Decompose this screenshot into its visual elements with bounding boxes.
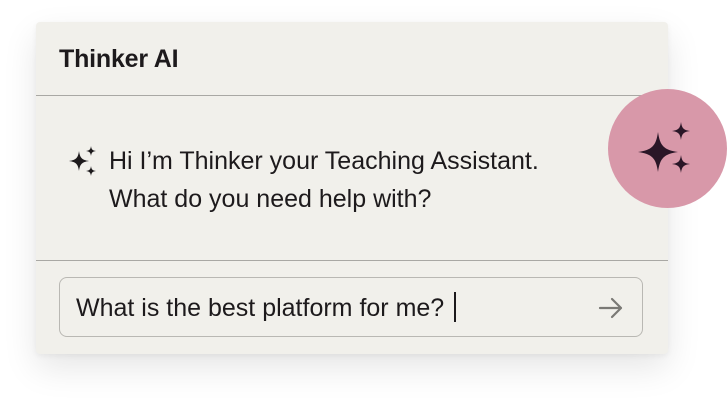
chat-panel: Thinker AI Hi I’m Thinker your Teaching … [36,22,668,354]
assistant-avatar [608,89,727,208]
input-value: What is the best platform for me? [76,294,445,322]
sparkles-icon [638,122,690,173]
message-line: Hi I’m Thinker your Teaching Assistant. [109,147,539,175]
assistant-message: Hi I’m Thinker your Teaching Assistant. … [36,96,668,261]
chat-title: Thinker AI [59,45,179,73]
text-caret [454,292,457,322]
message-text: Hi I’m Thinker your Teaching Assistant. … [109,142,629,218]
arrow-right-icon[interactable] [598,296,624,320]
chat-header: Thinker AI [36,22,668,96]
chat-input-text[interactable]: What is the best platform for me? [76,292,457,323]
sparkles-icon [69,146,96,176]
stage: Thinker AI Hi I’m Thinker your Teaching … [0,0,728,405]
message-line: What do you need help with? [109,185,432,213]
chat-input[interactable]: What is the best platform for me? [59,277,643,337]
